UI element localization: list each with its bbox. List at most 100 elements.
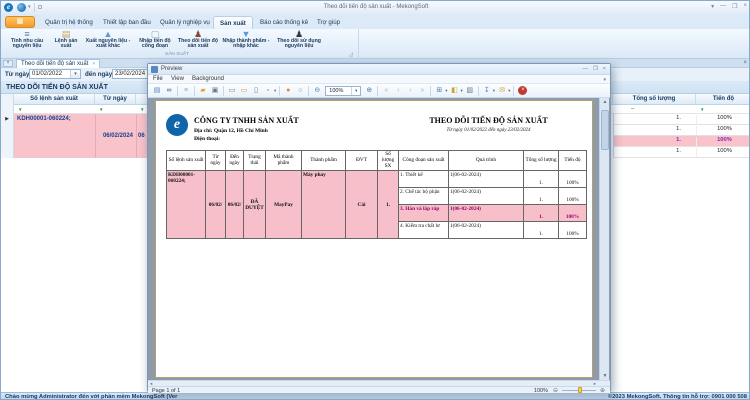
preview-close-button[interactable]: ×: [603, 66, 606, 72]
preview-titlebar[interactable]: Preview — ❐ ×: [148, 64, 610, 75]
restore-button[interactable]: ❐: [732, 3, 737, 10]
watermark-icon[interactable]: ▨: [464, 85, 476, 97]
material-usage-button[interactable]: ♟ Theo dõi sử dụng nguyên liệu: [272, 29, 326, 53]
chevron-down-icon[interactable]: ▾: [445, 88, 447, 94]
production-progress-button[interactable]: ♟ Theo dõi tiến độ sản xuất: [176, 29, 220, 53]
skin-dropdown-icon[interactable]: ▾: [711, 3, 714, 10]
scale-icon[interactable]: ▫: [262, 85, 274, 97]
zoom-in-icon[interactable]: ⊕: [600, 387, 605, 394]
material-export-button[interactable]: ▲ Xuất nguyên liệu - xuất khác: [82, 29, 134, 53]
chevron-down-icon[interactable]: ▾: [70, 70, 80, 78]
ribbon-group-label: SẢN XUẤT: [1, 52, 353, 57]
scroll-up-icon[interactable]: ▲: [600, 99, 610, 105]
table-row[interactable]: 1. 100%: [613, 125, 750, 136]
welcome-text: Chào mừng Administrator đến với phần mềm…: [5, 394, 177, 400]
from-date-input[interactable]: 01/02/2022 ▾: [29, 69, 81, 79]
chevron-down-icon[interactable]: ▾: [508, 88, 510, 94]
dialog-launcher-icon[interactable]: ◿: [349, 52, 353, 58]
print-icon[interactable]: ▭: [226, 85, 238, 97]
chevron-down-icon[interactable]: ▾: [274, 88, 276, 94]
multiple-pages-icon[interactable]: ⊞: [433, 85, 445, 97]
previous-page-icon[interactable]: ‹: [392, 85, 404, 97]
zoom-out-icon[interactable]: ⊖: [311, 85, 323, 97]
tab-list-close-button[interactable]: ×: [3, 60, 13, 67]
tab-close-icon[interactable]: ×: [92, 61, 95, 67]
close-button[interactable]: ×: [743, 3, 747, 10]
scrollbar-thumb[interactable]: [601, 110, 609, 150]
material-requirement-button[interactable]: ≡ Tính nhu cầu nguyên liệu: [4, 29, 50, 53]
customize-icon[interactable]: ≡: [180, 85, 192, 97]
document-map-icon[interactable]: ▤: [151, 85, 163, 97]
open-icon[interactable]: ▰: [197, 85, 209, 97]
filter-funnel-icon[interactable]: ▼: [700, 107, 704, 112]
ribbon-tab-operations[interactable]: Quản lý nghiệp vụ: [154, 16, 216, 29]
send-email-icon[interactable]: ✉: [496, 85, 508, 97]
filter-funnel-icon[interactable]: ▼: [99, 107, 103, 112]
scroll-down-icon[interactable]: ▼: [600, 373, 610, 379]
chevron-down-icon[interactable]: ▾: [493, 88, 495, 94]
column-header-order-code[interactable]: Số lệnh sản xuất: [14, 94, 95, 105]
application-menu-button[interactable]: ▦: [5, 16, 35, 28]
menu-file[interactable]: File: [153, 76, 163, 82]
page-setup-icon[interactable]: ▯: [250, 85, 262, 97]
document-area-close-button[interactable]: ×: [743, 60, 747, 67]
preview-maximize-button[interactable]: ❐: [593, 66, 598, 72]
table-row[interactable]: 1. 100%: [613, 114, 750, 125]
zoom-slider-thumb[interactable]: [578, 387, 582, 393]
ribbon-tab-reports[interactable]: Báo cáo thống kê: [254, 16, 314, 29]
next-page-icon[interactable]: ›: [404, 85, 416, 97]
filter-operator[interactable]: –: [631, 106, 634, 112]
chevron-down-icon[interactable]: ▾: [351, 87, 360, 95]
stage-progress-entry-button[interactable]: ▢ Nhập tiến độ công đoạn: [134, 29, 176, 53]
order-code-cell: KDH00001-060224;: [17, 116, 71, 122]
titlebar: e ▾ Theo dõi tiến độ sản xuất - MekongSo…: [1, 1, 750, 15]
filter-row-indicator: [1, 105, 14, 114]
report-page: e CÔNG TY TNHH SẢN XUẤT Địa chỉ: Quận 12…: [155, 100, 593, 378]
preview-vertical-scrollbar[interactable]: ▲ ▼: [599, 98, 609, 380]
from-date-cell: 06/02/2024: [14, 133, 133, 139]
production-order-button[interactable]: ▤ Lệnh sản xuất: [50, 29, 82, 53]
exit-icon[interactable]: ×: [518, 86, 527, 95]
order-code-cell: KDH00001-060224;: [167, 171, 206, 239]
to-date-cell: 06: [138, 133, 145, 139]
ribbon-tab-setup[interactable]: Thiết lập ban đầu: [97, 16, 157, 29]
ribbon: ≡ Tính nhu cầu nguyên liệu ▤ Lệnh sản xu…: [1, 29, 750, 59]
ribbon-group-production: ≡ Tính nhu cầu nguyên liệu ▤ Lệnh sản xu…: [1, 29, 359, 59]
zoom-in-icon[interactable]: ⊕: [363, 85, 375, 97]
table-row-selected[interactable]: 1. 100%: [613, 136, 750, 147]
table-row[interactable]: 1. 100%: [613, 147, 750, 158]
filter-funnel-icon[interactable]: ▼: [140, 107, 144, 112]
export-document-icon[interactable]: ↧: [481, 85, 493, 97]
save-icon[interactable]: ▣: [209, 85, 221, 97]
filter-funnel-icon[interactable]: ▼: [18, 107, 22, 112]
menubar-overflow-icon[interactable]: ▾: [603, 77, 606, 83]
copyright-text: ©2023 MekongSoft. Thông tin hỗ trợ: 0901…: [608, 394, 747, 400]
ribbon-tab-strip: ▦ Quản trị hệ thống Thiết lập ban đầu Qu…: [1, 15, 750, 29]
column-header-total-qty[interactable]: Tổng số lượng: [613, 94, 696, 105]
search-icon[interactable]: ∞: [163, 85, 175, 97]
page-color-icon[interactable]: ◧: [449, 85, 461, 97]
zoom-out-icon[interactable]: ⊖: [553, 387, 558, 394]
report-stage-row: KDH00001-060224; 06/02/ 06/02/ ĐÃ DUYỆT …: [167, 171, 587, 188]
hand-tool-icon[interactable]: ●: [282, 85, 294, 97]
report-title: THEO DÕI TIẾN ĐỘ SẢN XUẤT: [401, 116, 576, 125]
column-header-progress[interactable]: Tiến độ: [696, 94, 750, 105]
menu-view[interactable]: View: [171, 76, 184, 82]
column-header-from-date[interactable]: Từ ngày: [95, 94, 136, 105]
report-table: Số lệnh sản xuất Từ ngày Đến ngày Trạng …: [166, 150, 587, 239]
ribbon-tab-production[interactable]: Sản xuất: [213, 16, 253, 29]
minimize-button[interactable]: —: [720, 3, 726, 10]
last-page-icon[interactable]: »: [416, 85, 428, 97]
finished-goods-import-button[interactable]: ▼ Nhập thành phẩm - nhập khác: [220, 29, 272, 53]
menu-background[interactable]: Background: [192, 76, 224, 82]
company-phone: Điện thoại:: [194, 136, 220, 142]
ribbon-tab-system[interactable]: Quản trị hệ thống: [39, 16, 99, 29]
tab-production-progress[interactable]: Theo dõi tiến độ sản xuất×: [16, 59, 100, 68]
preview-minimize-button[interactable]: —: [582, 66, 588, 72]
quick-print-icon[interactable]: ▭: [238, 85, 250, 97]
first-page-icon[interactable]: «: [380, 85, 392, 97]
chevron-down-icon[interactable]: ▾: [461, 88, 463, 94]
ribbon-tab-help[interactable]: Trợ giúp: [311, 16, 346, 29]
zoom-combo[interactable]: 100% ▾: [325, 86, 361, 96]
magnifier-icon[interactable]: ○: [294, 85, 306, 97]
